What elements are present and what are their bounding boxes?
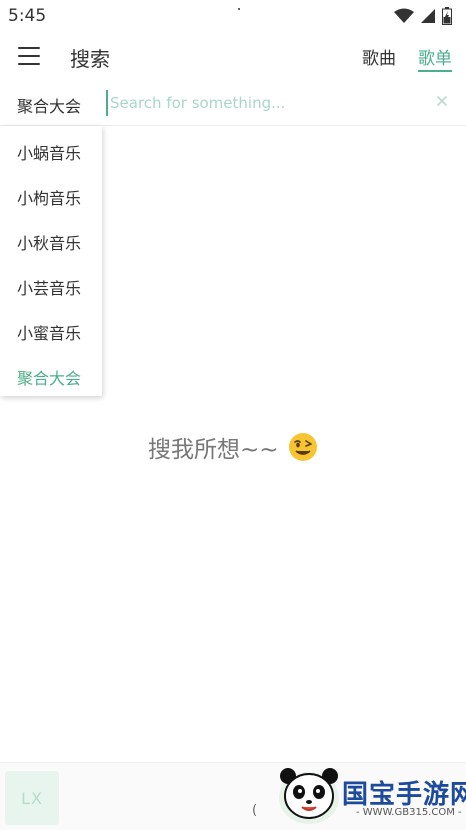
album-cover-logo[interactable]: LX [5, 771, 59, 825]
active-tab-indicator [418, 70, 452, 72]
winking-face-icon [289, 433, 317, 461]
source-dropdown-menu: 小蜗音乐 小枸音乐 小秋音乐 小芸音乐 小蜜音乐 聚合大会 [0, 126, 102, 396]
app-header: 搜索 歌曲 歌单 [0, 32, 466, 80]
notification-dot-icon [238, 8, 240, 10]
wifi-icon [394, 8, 414, 23]
search-input[interactable] [106, 90, 426, 116]
status-bar: 5:45 [0, 0, 466, 32]
panda-logo-icon [279, 768, 339, 824]
empty-state-text: 搜我所想~~ [148, 437, 279, 463]
hamburger-menu-icon[interactable] [18, 46, 40, 66]
dropdown-item-source[interactable]: 小蜜音乐 [17, 320, 81, 344]
search-bar: 聚合大会 [0, 80, 466, 126]
battery-icon [442, 7, 452, 25]
source-select[interactable]: 聚合大会 [17, 93, 81, 117]
dropdown-item-source[interactable]: 小枸音乐 [17, 185, 81, 209]
dropdown-item-source[interactable]: 小蜗音乐 [17, 140, 81, 164]
tab-playlists[interactable]: 歌单 [418, 44, 452, 69]
watermark-name: 国宝手游网 [342, 780, 466, 810]
tab-songs[interactable]: 歌曲 [362, 44, 396, 69]
watermark-url: - WWW.GB315.COM - [356, 807, 462, 818]
dropdown-item-source[interactable]: 小芸音乐 [17, 275, 81, 299]
player-bar-text: ( [252, 803, 258, 818]
dropdown-item-source[interactable]: 小秋音乐 [17, 230, 81, 254]
status-time: 5:45 [8, 6, 47, 26]
clear-icon[interactable] [434, 93, 450, 109]
page-title: 搜索 [70, 47, 110, 71]
dropdown-item-source-selected[interactable]: 聚合大会 [17, 365, 81, 389]
signal-icon [421, 9, 435, 23]
status-icons [394, 7, 452, 25]
watermark: 国宝手游网 - WWW.GB315.COM - [270, 752, 466, 830]
